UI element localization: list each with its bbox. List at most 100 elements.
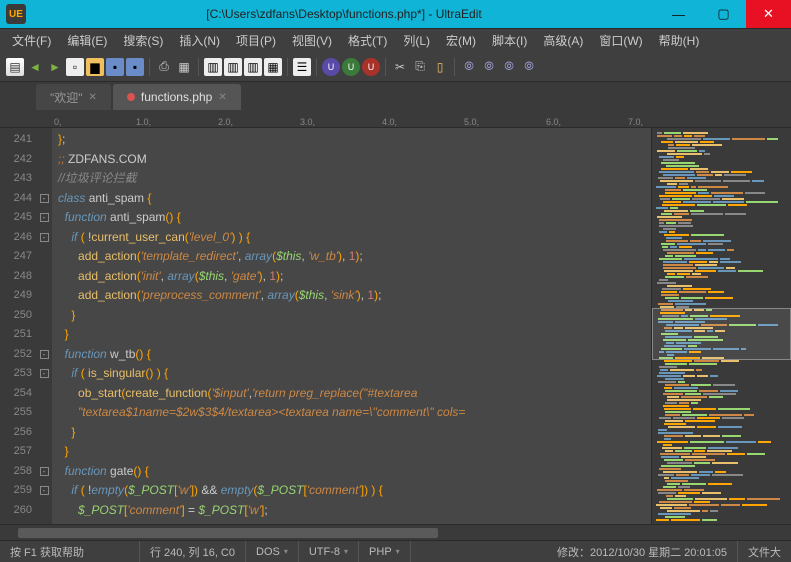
fold-marker[interactable] bbox=[36, 150, 52, 170]
us-badge-icon[interactable]: U bbox=[362, 58, 380, 76]
tab[interactable]: functions.php✕ bbox=[113, 84, 241, 110]
menu-item[interactable]: 格式(T) bbox=[340, 30, 395, 51]
menu-item[interactable]: 搜索(S) bbox=[115, 30, 171, 51]
back-icon[interactable]: ◄ bbox=[26, 58, 44, 76]
document-icon[interactable]: ▫ bbox=[66, 58, 84, 76]
fold-marker[interactable] bbox=[36, 325, 52, 345]
fold-marker[interactable]: - bbox=[36, 364, 52, 384]
status-language[interactable]: PHP▾ bbox=[359, 541, 411, 562]
menu-item[interactable]: 脚本(I) bbox=[484, 30, 535, 51]
tab-close-icon[interactable]: ✕ bbox=[218, 92, 226, 103]
fold-marker[interactable] bbox=[36, 247, 52, 267]
code-line[interactable]: $_POST['comment'] = $_POST['w']; bbox=[58, 501, 645, 521]
menu-item[interactable]: 视图(V) bbox=[284, 30, 340, 51]
list-icon[interactable]: ☰ bbox=[293, 58, 311, 76]
code-line[interactable]: function anti_spam() { bbox=[58, 208, 645, 228]
view-icon-4[interactable]: ▦ bbox=[264, 58, 282, 76]
minimap-line bbox=[656, 204, 787, 206]
code-line[interactable]: }; bbox=[58, 130, 645, 150]
print-icon[interactable]: ⎙ bbox=[155, 58, 173, 76]
code-line[interactable]: } bbox=[58, 306, 645, 326]
code-line[interactable]: } bbox=[58, 442, 645, 462]
minimap-viewport[interactable] bbox=[652, 308, 791, 360]
code-line[interactable]: } bbox=[58, 325, 645, 345]
menu-item[interactable]: 文件(F) bbox=[4, 30, 59, 51]
code-line[interactable]: "textarea$1name=$2w$3$4/textarea><textar… bbox=[58, 403, 645, 423]
fold-marker[interactable] bbox=[36, 442, 52, 462]
menu-item[interactable]: 插入(N) bbox=[171, 30, 228, 51]
menu-item[interactable]: 高级(A) bbox=[535, 30, 591, 51]
uf-badge-icon[interactable]: U bbox=[342, 58, 360, 76]
status-encoding[interactable]: UTF-8▾ bbox=[299, 541, 359, 562]
new-file-icon[interactable]: ▤ bbox=[6, 58, 24, 76]
horizontal-scrollbar[interactable] bbox=[0, 524, 791, 540]
minimap[interactable] bbox=[651, 128, 791, 524]
code-line[interactable]: class anti_spam { bbox=[58, 189, 645, 209]
copy-icon[interactable]: ⎘ bbox=[411, 58, 429, 76]
code-line[interactable]: add_action('template_redirect', array($t… bbox=[58, 247, 645, 267]
paste-icon[interactable]: ▯ bbox=[431, 58, 449, 76]
fold-column[interactable]: --- -- -- - bbox=[36, 128, 52, 524]
save-icon[interactable]: ▪ bbox=[106, 58, 124, 76]
code-line[interactable]: if ( !empty($_POST['w']) && empty($_POST… bbox=[58, 481, 645, 501]
menu-item[interactable]: 列(L) bbox=[395, 30, 438, 51]
fold-marker[interactable] bbox=[36, 306, 52, 326]
group-icon-1[interactable]: ⦾ bbox=[460, 58, 478, 76]
fold-marker[interactable] bbox=[36, 267, 52, 287]
view-icon-1[interactable]: ▥ bbox=[204, 58, 222, 76]
group-icon-4[interactable]: ⦾ bbox=[520, 58, 538, 76]
fold-marker[interactable]: - bbox=[36, 462, 52, 482]
tab-close-icon[interactable]: ✕ bbox=[89, 92, 97, 103]
menu-item[interactable]: 编辑(E) bbox=[59, 30, 115, 51]
line-number: 250 bbox=[0, 306, 32, 326]
code-line[interactable]: add_action('init', array($this, 'gate'),… bbox=[58, 267, 645, 287]
forward-icon[interactable]: ► bbox=[46, 58, 64, 76]
code-line[interactable]: } bbox=[58, 423, 645, 443]
view-icon-2[interactable]: ▥ bbox=[224, 58, 242, 76]
code-line[interactable]: function w_tb() { bbox=[58, 345, 645, 365]
maximize-button[interactable]: ▢ bbox=[701, 0, 746, 28]
minimize-button[interactable]: — bbox=[656, 0, 701, 28]
cut-icon[interactable]: ✂ bbox=[391, 58, 409, 76]
minimap-line bbox=[656, 285, 787, 287]
fold-marker[interactable]: - bbox=[36, 189, 52, 209]
tab[interactable]: "欢迎"✕ bbox=[36, 84, 111, 110]
code-line[interactable]: } else { bbox=[58, 520, 645, 524]
print-preview-icon[interactable]: ▦ bbox=[175, 58, 193, 76]
fold-marker[interactable]: - bbox=[36, 520, 52, 524]
status-eol[interactable]: DOS▾ bbox=[246, 541, 299, 562]
fold-marker[interactable] bbox=[36, 130, 52, 150]
view-icon-3[interactable]: ▥ bbox=[244, 58, 262, 76]
code-line[interactable]: add_action('preprocess_comment', array($… bbox=[58, 286, 645, 306]
menu-item[interactable]: 项目(P) bbox=[228, 30, 284, 51]
fold-marker[interactable] bbox=[36, 423, 52, 443]
menu-item[interactable]: 宏(M) bbox=[438, 30, 484, 51]
fold-marker[interactable]: - bbox=[36, 208, 52, 228]
code-line[interactable]: if ( is_singular() ) { bbox=[58, 364, 645, 384]
menu-item[interactable]: 窗口(W) bbox=[591, 30, 650, 51]
main-editor[interactable]: 2412422432442452462472482492502512522532… bbox=[0, 128, 651, 524]
code-view[interactable]: };;; ZDFANS.COM//垃圾评论拦截class anti_spam {… bbox=[52, 128, 651, 524]
fold-marker[interactable]: - bbox=[36, 481, 52, 501]
fold-marker[interactable]: - bbox=[36, 345, 52, 365]
code-line[interactable]: //垃圾评论拦截 bbox=[58, 169, 645, 189]
ue-badge-icon[interactable]: U bbox=[322, 58, 340, 76]
code-line[interactable]: ob_start(create_function('$input','retur… bbox=[58, 384, 645, 404]
fold-marker[interactable] bbox=[36, 501, 52, 521]
open-folder-icon[interactable]: ▆ bbox=[86, 58, 104, 76]
fold-marker[interactable] bbox=[36, 384, 52, 404]
scrollbar-thumb[interactable] bbox=[18, 528, 438, 538]
close-button[interactable]: ✕ bbox=[746, 0, 791, 28]
menu-item[interactable]: 帮助(H) bbox=[651, 30, 708, 51]
fold-marker[interactable]: - bbox=[36, 228, 52, 248]
save-all-icon[interactable]: ▪ bbox=[126, 58, 144, 76]
code-line[interactable]: function gate() { bbox=[58, 462, 645, 482]
fold-marker[interactable] bbox=[36, 169, 52, 189]
fold-marker[interactable] bbox=[36, 403, 52, 423]
code-line[interactable]: if ( !current_user_can('level_0') ) { bbox=[58, 228, 645, 248]
group-icon-2[interactable]: ⦾ bbox=[480, 58, 498, 76]
code-line[interactable]: ;; ZDFANS.COM bbox=[58, 150, 645, 170]
group-icon-3[interactable]: ⦾ bbox=[500, 58, 518, 76]
minimap-line bbox=[656, 141, 787, 143]
fold-marker[interactable] bbox=[36, 286, 52, 306]
